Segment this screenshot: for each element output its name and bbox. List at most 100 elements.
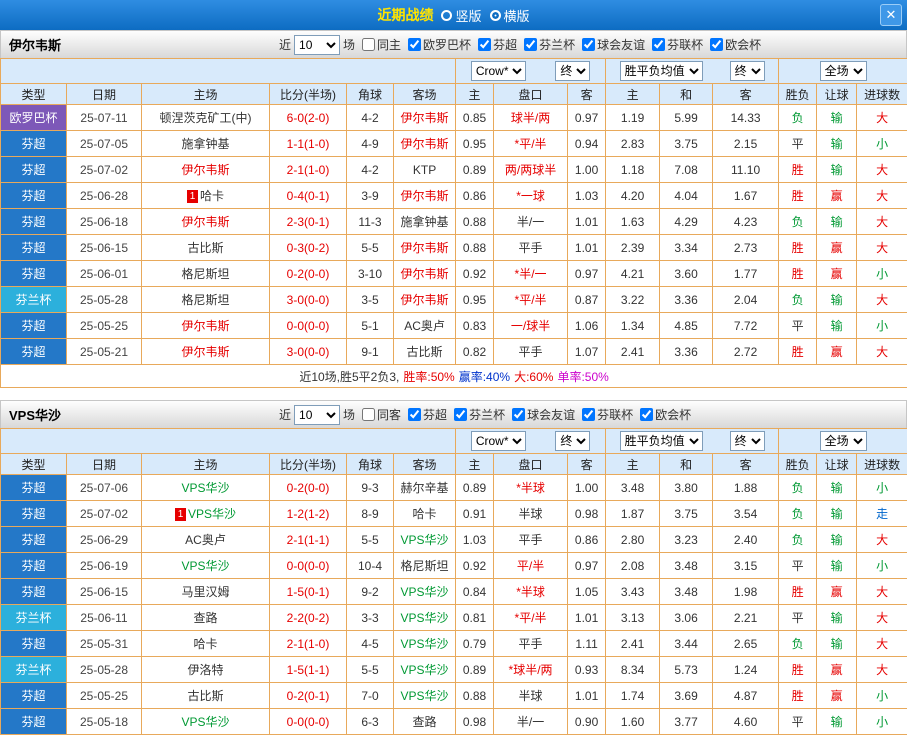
column-header-score: 比分(半场)	[269, 83, 347, 105]
league-filter-checkbox-input[interactable]	[652, 38, 666, 51]
final-avg-select[interactable]: 终	[729, 61, 765, 81]
league-filters: 芬超 芬兰杯 球会友谊 芬联杯 欧会杯	[401, 406, 691, 423]
column-header-goals: 进球数	[856, 453, 907, 475]
league-filter-checkbox[interactable]: 球会友谊	[512, 406, 575, 423]
league-filter-checkbox-input[interactable]	[408, 38, 422, 51]
recent-unit: 场	[343, 38, 356, 52]
recent-count-select[interactable]: 10	[294, 34, 341, 55]
orientation-radio-horizontal[interactable]: 横版	[489, 6, 530, 25]
column-header-winlose: 胜负	[778, 83, 818, 105]
same-venue-checkbox-input[interactable]	[362, 408, 376, 421]
league-filter-checkbox[interactable]: 欧罗巴杯	[408, 36, 471, 53]
column-header-avg-home: 主	[605, 453, 661, 475]
match-row: 芬超 25-06-01 格尼斯坦 0-2(0-0) 3-10 伊尔韦斯 0.92 *半/一 0.…	[0, 260, 907, 287]
column-header-odds-away: 客	[567, 83, 607, 105]
league-filter-checkbox[interactable]: 芬兰杯	[524, 36, 575, 53]
team-name: VPS华沙	[9, 408, 62, 423]
league-filter-checkbox[interactable]: 芬兰杯	[454, 406, 505, 423]
match-row: 芬超 25-06-15 古比斯 0-3(0-2) 5-5 伊尔韦斯 0.88 平手 1.01 2.…	[0, 234, 907, 261]
crow-odds-select[interactable]: Crow*	[470, 61, 526, 81]
team-bar: VPS华沙 近 10 场 同客 芬超 芬兰杯 球会友谊 芬联杯 欧会杯	[0, 400, 907, 428]
league-filter-checkbox[interactable]: 欧会杯	[640, 406, 691, 423]
match-row: 芬超 25-05-18 VPS华沙 0-0(0-0) 6-3 查路 0.98 半/一 0.90 1…	[0, 708, 907, 735]
league-filter-checkbox-input[interactable]	[582, 38, 596, 51]
match-row: 芬超 25-05-31 哈卡 2-1(1-0) 4-5 VPS华沙 0.79 平手 1.11 2.…	[0, 630, 907, 657]
league-filter-checkbox-input[interactable]	[408, 408, 422, 421]
summary-text: 近10场,胜5平2负3, 胜率:50% 赢率:40% 大:60% 单率:50%	[0, 364, 907, 388]
league-filter-checkbox[interactable]: 芬超	[408, 406, 447, 423]
match-row: 芬兰杯 25-05-28 格尼斯坦 3-0(0-0) 3-5 伊尔韦斯 0.95 *平/半 0.…	[0, 286, 907, 313]
orientation-radio-vertical[interactable]: 竖版	[441, 6, 482, 25]
column-header-type: 类型	[0, 453, 67, 475]
column-header-avg-away: 客	[712, 83, 780, 105]
column-header-winlose: 胜负	[778, 453, 818, 475]
column-header-avg-home: 主	[605, 83, 661, 105]
crow-odds-select[interactable]: Crow*	[470, 431, 526, 451]
final-avg-select[interactable]: 终	[729, 431, 765, 451]
column-header-handicap-result: 让球	[816, 83, 858, 105]
filters: 近 10 场 同主 欧罗巴杯 芬超 芬兰杯 球会友谊 芬联杯 欧会杯	[279, 34, 761, 55]
results-table-away: Crow* 终 胜平负均值 终 全场 类型 日期 主场 比分(半场) 角球 客场…	[0, 428, 907, 735]
league-filter-checkbox-input[interactable]	[478, 38, 492, 51]
titlebar: 近期战绩 竖版 横版 ✕	[0, 0, 907, 30]
column-header-avg-draw: 和	[659, 453, 714, 475]
match-row: 芬超 25-06-19 VPS华沙 0-0(0-0) 10-4 格尼斯坦 0.92 平/半 0.…	[0, 552, 907, 579]
column-header-date: 日期	[66, 83, 142, 105]
match-row: 芬超 25-05-25 伊尔韦斯 0-0(0-0) 5-1 AC奥卢 0.83 一/球半 1.0…	[0, 312, 907, 339]
match-row: 欧罗巴杯 25-07-11 顿涅茨克矿工(中) 6-0(2-0) 4-2 伊尔韦斯 0.85…	[0, 104, 907, 131]
league-filter-checkbox-input[interactable]	[512, 408, 526, 421]
summary-segment: 大:60%	[514, 369, 554, 384]
league-filter-checkbox-input[interactable]	[640, 408, 654, 421]
league-filter-checkbox[interactable]: 芬超	[478, 36, 517, 53]
same-venue-checkbox[interactable]: 同客	[362, 406, 401, 423]
match-row: 芬超 25-05-21 伊尔韦斯 3-0(0-0) 9-1 古比斯 0.82 平手 1.07 2.…	[0, 338, 907, 365]
full-match-select[interactable]: 全场	[819, 431, 867, 451]
column-header-odds-away: 客	[567, 453, 607, 475]
recent-unit: 场	[343, 408, 356, 422]
same-venue-checkbox[interactable]: 同主	[362, 36, 401, 53]
match-row: 芬超 25-06-18 伊尔韦斯 2-3(0-1) 11-3 施拿钟基 0.88 半/一 1.0…	[0, 208, 907, 235]
match-row: 芬超 25-06-15 马里汉姆 1-5(0-1) 9-2 VPS华沙 0.84 *半球 1.0…	[0, 578, 907, 605]
match-row: 芬超 25-07-06 VPS华沙 0-2(0-0) 9-3 赫尔辛基 0.89 *半球 1.0…	[0, 474, 907, 501]
avg-odds-select[interactable]: 胜平负均值	[619, 61, 703, 81]
final-odds-select[interactable]: 终	[555, 61, 591, 81]
same-venue-checkbox-input[interactable]	[362, 38, 376, 51]
match-row: 芬超 25-07-02 伊尔韦斯 2-1(1-0) 4-2 KTP 0.89 两/两球半 1.0…	[0, 156, 907, 183]
match-row: 芬兰杯 25-06-11 查路 2-2(0-2) 3-3 VPS华沙 0.81 *平/半 1.0…	[0, 604, 907, 631]
summary-segment: 胜率:50%	[403, 369, 455, 384]
match-row: 芬超 25-07-05 施拿钟基 1-1(1-0) 4-9 伊尔韦斯 0.95 *平/半 0.9…	[0, 130, 907, 157]
league-filter-checkbox-input[interactable]	[524, 38, 538, 51]
header-spacer	[0, 58, 457, 84]
column-header-goals: 进球数	[856, 83, 907, 105]
close-icon[interactable]: ✕	[880, 4, 902, 26]
full-match-select[interactable]: 全场	[819, 61, 867, 81]
column-header-avg-away: 客	[712, 453, 780, 475]
league-filter-checkbox-input[interactable]	[454, 408, 468, 421]
league-filter-checkbox[interactable]: 芬联杯	[582, 406, 633, 423]
league-filter-checkbox-input[interactable]	[582, 408, 596, 421]
summary-segment: 近10场,胜5平2负3,	[299, 369, 400, 384]
league-filter-checkbox[interactable]: 欧会杯	[710, 36, 761, 53]
column-header-type: 类型	[0, 83, 67, 105]
match-row: 芬超 25-07-02 1 VPS华沙 1-2(1-2) 8-9 哈卡 0.91 半球 0.98 1…	[0, 500, 907, 527]
team-name: 伊尔韦斯	[9, 38, 62, 53]
column-header-away: 客场	[392, 83, 457, 105]
avg-odds-select[interactable]: 胜平负均值	[619, 431, 703, 451]
league-filter-checkbox-input[interactable]	[710, 38, 724, 51]
recent-count-select[interactable]: 10	[294, 404, 341, 425]
radio-selected-icon	[489, 9, 501, 21]
recent-label: 近	[279, 408, 292, 422]
column-header-corner: 角球	[346, 83, 394, 105]
column-header-home: 主场	[141, 83, 270, 105]
team-section-away: VPS华沙 近 10 场 同客 芬超 芬兰杯 球会友谊 芬联杯 欧会杯 Crow…	[0, 400, 907, 735]
column-header-away: 客场	[392, 453, 457, 475]
match-row: 芬兰杯 25-05-28 伊洛特 1-5(1-1) 5-5 VPS华沙 0.89 *球半/两 0…	[0, 656, 907, 683]
red-card-badge: 1	[174, 508, 186, 521]
recent-label: 近	[279, 38, 292, 52]
header-spacer	[0, 428, 457, 454]
column-header-avg-draw: 和	[659, 83, 714, 105]
league-filter-checkbox[interactable]: 球会友谊	[582, 36, 645, 53]
league-filter-checkbox[interactable]: 芬联杯	[652, 36, 703, 53]
column-header-home: 主场	[141, 453, 270, 475]
final-odds-select[interactable]: 终	[555, 431, 591, 451]
